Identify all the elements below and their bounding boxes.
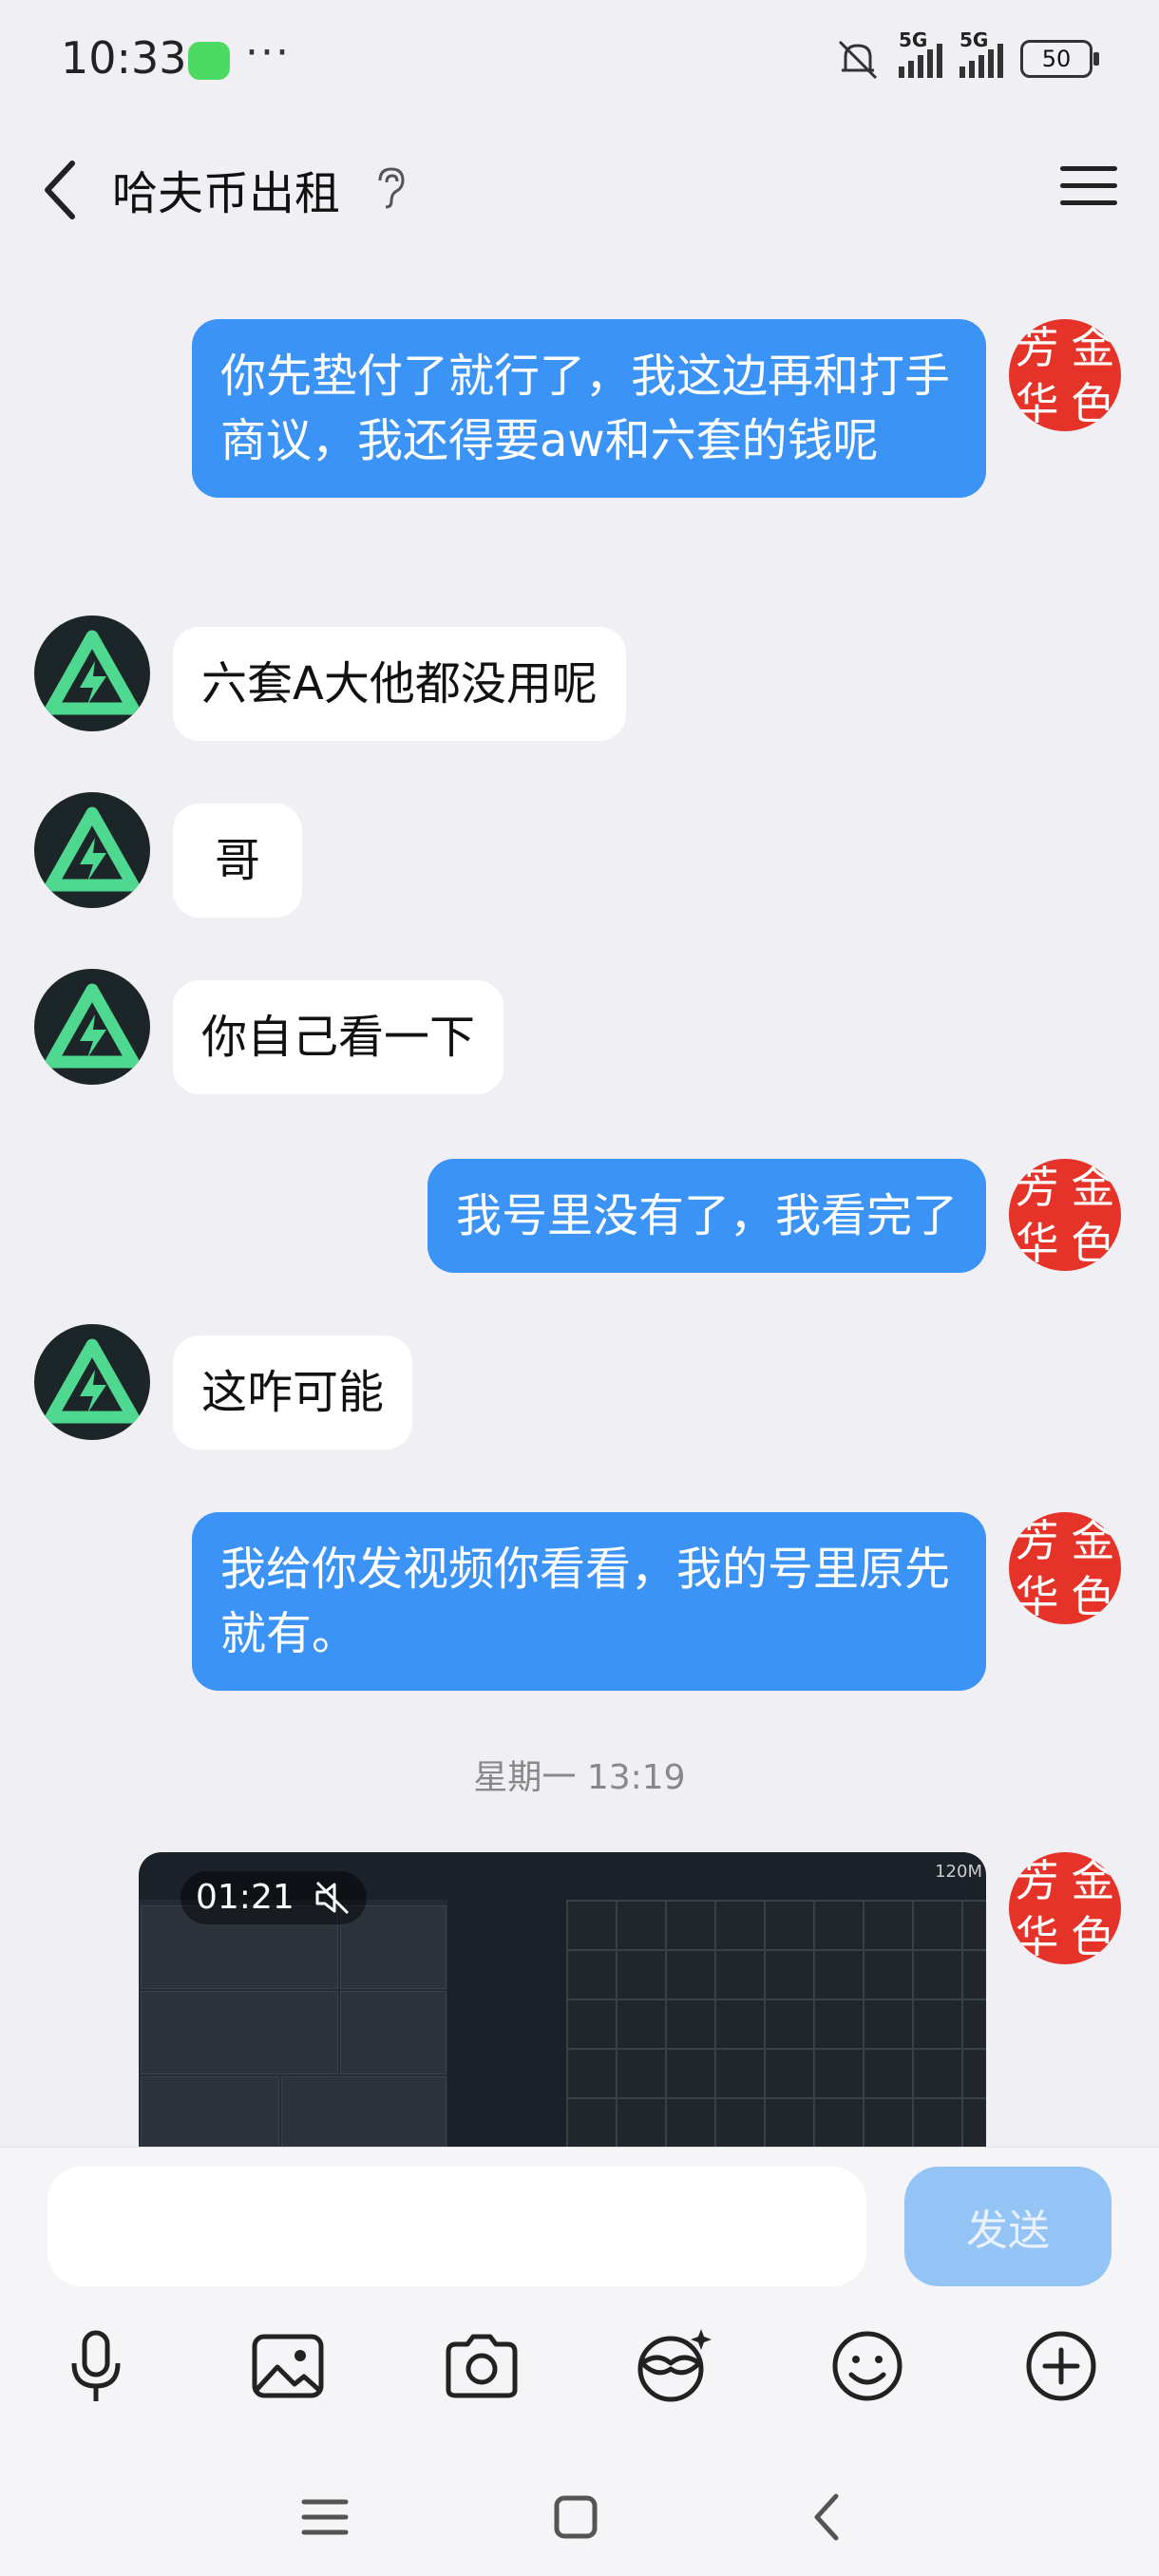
avatar-char: 金 <box>1071 1161 1115 1213</box>
status-bar: 10:33 ··· 5G 5G 50 <box>0 0 1159 123</box>
input-toolbar <box>0 2323 1159 2418</box>
my-avatar[interactable]: 芳 金 华 色 <box>1009 1159 1121 1271</box>
avatar-char: 华 <box>1015 1217 1059 1269</box>
chat-title: 哈夫币出租 <box>112 167 341 220</box>
avatar-char: 芳 <box>1015 1161 1059 1213</box>
avatar-char: 金 <box>1071 1854 1115 1906</box>
contact-logo-icon <box>45 1338 140 1424</box>
signal-icon-2: 5G <box>960 28 1003 78</box>
contact-avatar[interactable] <box>34 616 150 731</box>
avatar-char: 色 <box>1071 1910 1115 1962</box>
avatar-char: 色 <box>1071 377 1115 429</box>
avatar-char: 芳 <box>1015 321 1059 373</box>
signal-icon-1: 5G <box>899 28 942 78</box>
video-thumbnail-inventory <box>139 1900 447 2147</box>
signal-label-2: 5G <box>960 28 989 51</box>
message-bubble-incoming[interactable]: 你自己看一下 <box>173 980 504 1094</box>
message-bubble-incoming[interactable]: 这咋可能 <box>173 1335 413 1449</box>
avatar-char: 色 <box>1071 1570 1115 1622</box>
mic-icon[interactable] <box>53 2323 139 2409</box>
input-area: 发送 <box>0 2147 1159 2461</box>
wechat-icon <box>188 42 230 80</box>
menu-nav-icon[interactable] <box>287 2479 363 2555</box>
avatar-char: 色 <box>1071 1217 1115 1269</box>
message-bubble-outgoing[interactable]: 你先垫付了就行了，我这边再和打手商议，我还得要aw和六套的钱呢 <box>192 319 986 498</box>
video-message[interactable]: 120M 01:21 <box>139 1852 986 2147</box>
status-time: 10:33 <box>61 32 187 84</box>
message-timestamp: 星期一 13:19 <box>473 1758 686 1797</box>
avatar-char: 芳 <box>1015 1854 1059 1906</box>
avatar-char: 金 <box>1071 321 1115 373</box>
face-mask-icon[interactable] <box>629 2323 714 2409</box>
ear-icon <box>378 167 405 209</box>
system-nav-bar <box>0 2460 1159 2576</box>
avatar-char: 金 <box>1071 1514 1115 1566</box>
video-thumbnail-grid <box>566 1900 986 2147</box>
back-nav-icon[interactable] <box>790 2479 866 2555</box>
send-button[interactable]: 发送 <box>904 2167 1112 2286</box>
battery-level: 50 <box>1041 46 1072 72</box>
contact-logo-icon <box>45 983 140 1069</box>
image-icon[interactable] <box>245 2323 331 2409</box>
message-bubble-incoming[interactable]: 六套A大他都没用呢 <box>173 627 626 741</box>
message-bubble-incoming[interactable]: 哥 <box>173 804 303 918</box>
home-nav-icon[interactable] <box>538 2479 614 2555</box>
avatar-char: 华 <box>1015 1910 1059 1962</box>
contact-avatar[interactable] <box>34 1324 150 1440</box>
video-duration: 01:21 <box>196 1878 294 1917</box>
my-avatar[interactable]: 芳 金 华 色 <box>1009 1512 1121 1624</box>
avatar-char: 华 <box>1015 1570 1059 1622</box>
avatar-char: 芳 <box>1015 1514 1059 1566</box>
my-avatar[interactable]: 芳 金 华 色 <box>1009 1852 1121 1964</box>
contact-logo-icon <box>45 630 140 715</box>
back-arrow-icon[interactable] <box>38 152 86 228</box>
message-bubble-outgoing[interactable]: 我给你发视频你看看，我的号里原先就有。 <box>192 1512 986 1691</box>
my-avatar[interactable]: 芳 金 华 色 <box>1009 319 1121 431</box>
chat-header: 哈夫币出租 <box>0 123 1159 256</box>
message-bubble-outgoing[interactable]: 我号里没有了，我看完了 <box>427 1159 986 1273</box>
status-right: 5G 5G 50 <box>834 28 1099 80</box>
battery-icon: 50 <box>1020 40 1099 78</box>
video-duration-badge: 01:21 <box>180 1871 367 1924</box>
contact-logo-icon <box>45 806 140 892</box>
contact-avatar[interactable] <box>34 969 150 1085</box>
contact-avatar[interactable] <box>34 792 150 908</box>
signal-label-1: 5G <box>899 28 928 51</box>
camera-icon[interactable] <box>439 2323 524 2409</box>
status-more-indicator: ··· <box>245 28 291 77</box>
mute-icon[interactable] <box>314 1881 352 1915</box>
video-corner-tag: 120M <box>935 1862 982 1882</box>
avatar-char: 华 <box>1015 377 1059 429</box>
bell-muted-icon <box>838 40 878 80</box>
plus-icon[interactable] <box>1018 2323 1104 2409</box>
menu-icon[interactable] <box>1060 158 1117 215</box>
chat-area[interactable]: 你先垫付了就行了，我这边再和打手商议，我还得要aw和六套的钱呢 芳 金 华 色 … <box>0 256 1159 2147</box>
message-input[interactable] <box>48 2167 866 2286</box>
emoji-icon[interactable] <box>825 2323 910 2409</box>
